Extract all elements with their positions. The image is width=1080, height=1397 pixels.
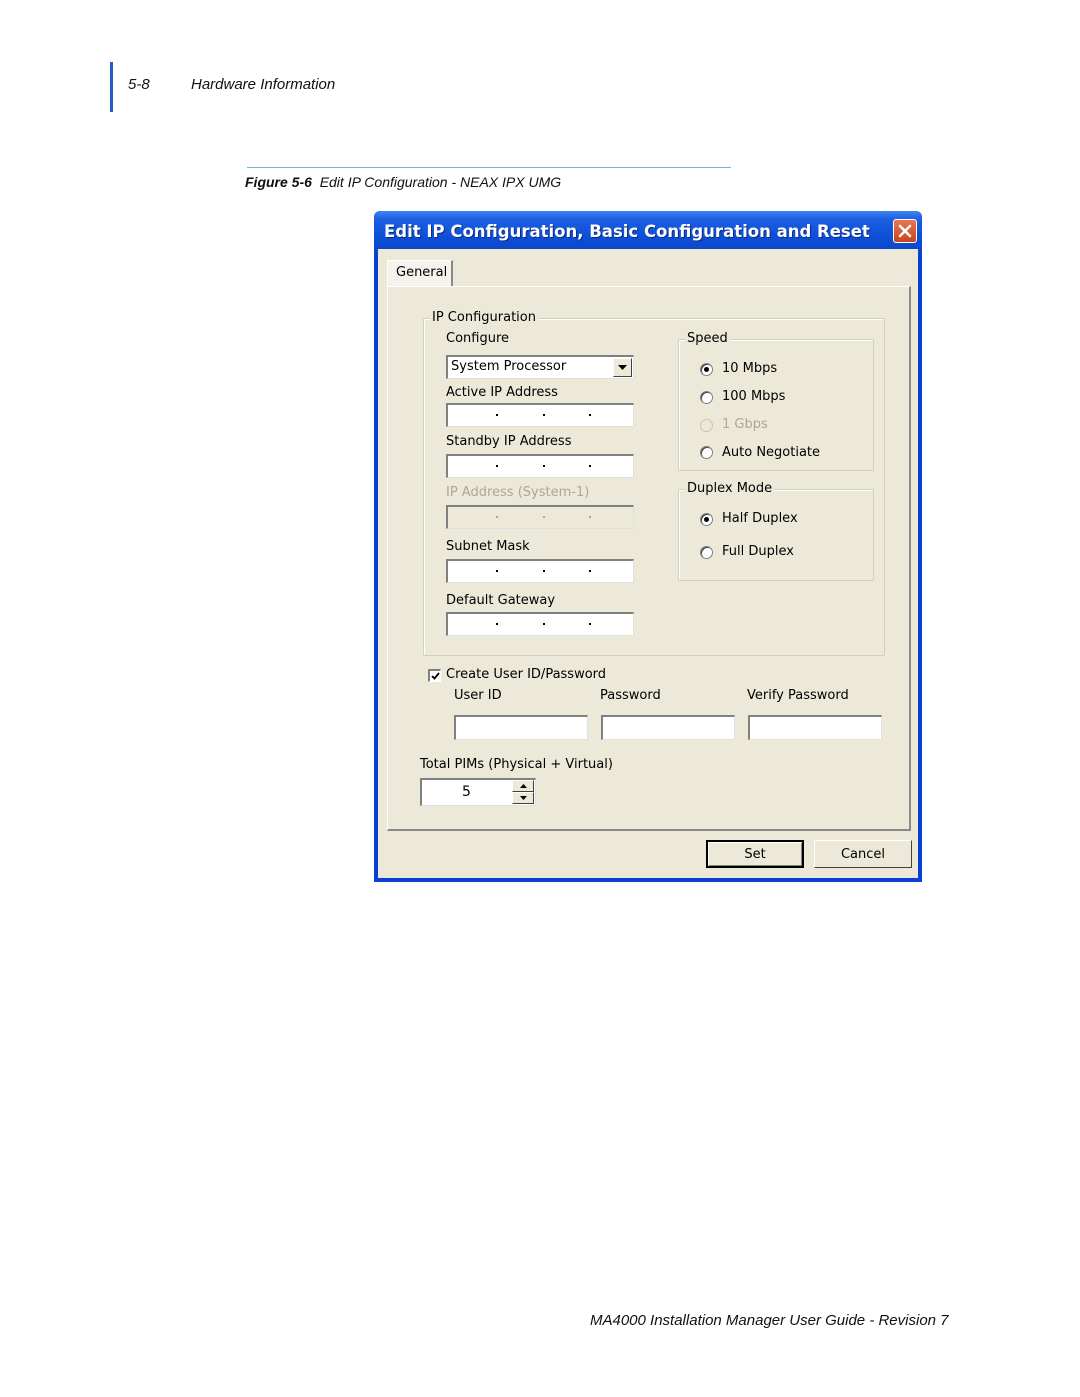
verify-password-input[interactable] bbox=[748, 715, 882, 740]
general-tab-panel: IP Configuration Configure System Proces… bbox=[387, 286, 911, 831]
active-ip-input[interactable] bbox=[446, 403, 634, 427]
section-title: Hardware Information bbox=[191, 76, 336, 93]
full-duplex-label[interactable]: Full Duplex bbox=[722, 544, 794, 559]
title-bar: Edit IP Configuration, Basic Configurati… bbox=[374, 211, 922, 253]
full-duplex-radio[interactable] bbox=[700, 546, 713, 559]
figure-rule bbox=[247, 167, 731, 168]
edit-ip-config-dialog: Edit IP Configuration, Basic Configurati… bbox=[374, 211, 922, 882]
page-footer: MA4000 Installation Manager User Guide -… bbox=[590, 1312, 949, 1329]
close-x-icon bbox=[898, 224, 912, 238]
speed-100mbps-radio[interactable] bbox=[700, 391, 713, 404]
speed-100mbps-label[interactable]: 100 Mbps bbox=[722, 389, 785, 404]
total-pims-value[interactable]: 5 bbox=[462, 784, 471, 800]
close-button[interactable] bbox=[893, 219, 917, 243]
figure-label: Figure 5-6 bbox=[245, 174, 312, 190]
ip-configuration-label: IP Configuration bbox=[430, 310, 538, 325]
subnet-mask-label: Subnet Mask bbox=[446, 539, 530, 554]
duplex-mode-group bbox=[678, 489, 874, 581]
password-input[interactable] bbox=[601, 715, 735, 740]
arrow-up-icon bbox=[519, 784, 527, 788]
figure-caption: Figure 5-6 Edit IP Configuration - NEAX … bbox=[245, 174, 561, 190]
tab-general[interactable]: General bbox=[387, 260, 453, 286]
figure-caption-text: Edit IP Configuration - NEAX IPX UMG bbox=[319, 174, 562, 190]
dialog-client-area: General IP Configuration Configure Syste… bbox=[378, 249, 918, 878]
standby-ip-label: Standby IP Address bbox=[446, 434, 572, 449]
total-pims-label: Total PIMs (Physical + Virtual) bbox=[420, 757, 613, 772]
duplex-mode-label: Duplex Mode bbox=[685, 481, 775, 496]
create-user-id-label[interactable]: Create User ID/Password bbox=[446, 667, 606, 682]
configure-selected-value: System Processor bbox=[451, 359, 567, 374]
speed-1gbps-label: 1 Gbps bbox=[722, 417, 768, 432]
spin-down-button[interactable] bbox=[512, 792, 534, 804]
half-duplex-radio[interactable] bbox=[700, 513, 713, 526]
create-user-id-checkbox[interactable] bbox=[428, 669, 441, 682]
password-label: Password bbox=[600, 688, 661, 703]
chevron-down-icon bbox=[618, 365, 627, 370]
dropdown-button[interactable] bbox=[613, 358, 632, 377]
default-gateway-label: Default Gateway bbox=[446, 593, 556, 608]
cancel-button[interactable]: Cancel bbox=[814, 840, 912, 868]
half-duplex-label[interactable]: Half Duplex bbox=[722, 511, 798, 526]
checkmark-icon bbox=[430, 672, 440, 680]
subnet-mask-input[interactable] bbox=[446, 559, 634, 583]
speed-auto-negotiate-label[interactable]: Auto Negotiate bbox=[722, 445, 820, 460]
standby-ip-input[interactable] bbox=[446, 454, 634, 478]
total-pims-spinner[interactable]: 5 bbox=[420, 778, 536, 806]
user-id-input[interactable] bbox=[454, 715, 588, 740]
speed-label: Speed bbox=[685, 331, 730, 346]
user-id-label: User ID bbox=[454, 688, 502, 703]
dialog-title: Edit IP Configuration, Basic Configurati… bbox=[384, 222, 870, 241]
speed-10mbps-label[interactable]: 10 Mbps bbox=[722, 361, 777, 376]
page-margin-bar bbox=[110, 62, 113, 112]
system1-ip-label: IP Address (System-1) bbox=[446, 485, 590, 500]
speed-10mbps-radio[interactable] bbox=[700, 363, 713, 376]
system1-ip-input bbox=[446, 505, 634, 529]
spin-up-button[interactable] bbox=[512, 780, 534, 792]
configure-label: Configure bbox=[446, 331, 510, 346]
verify-password-label: Verify Password bbox=[747, 688, 849, 703]
default-gateway-input[interactable] bbox=[446, 612, 634, 636]
speed-1gbps-radio bbox=[700, 419, 713, 432]
configure-dropdown[interactable]: System Processor bbox=[446, 355, 634, 379]
speed-auto-negotiate-radio[interactable] bbox=[700, 446, 713, 459]
page-number: 5-8 bbox=[128, 76, 150, 93]
arrow-down-icon bbox=[519, 796, 527, 800]
set-button[interactable]: Set bbox=[706, 840, 804, 868]
active-ip-label: Active IP Address bbox=[446, 385, 558, 400]
